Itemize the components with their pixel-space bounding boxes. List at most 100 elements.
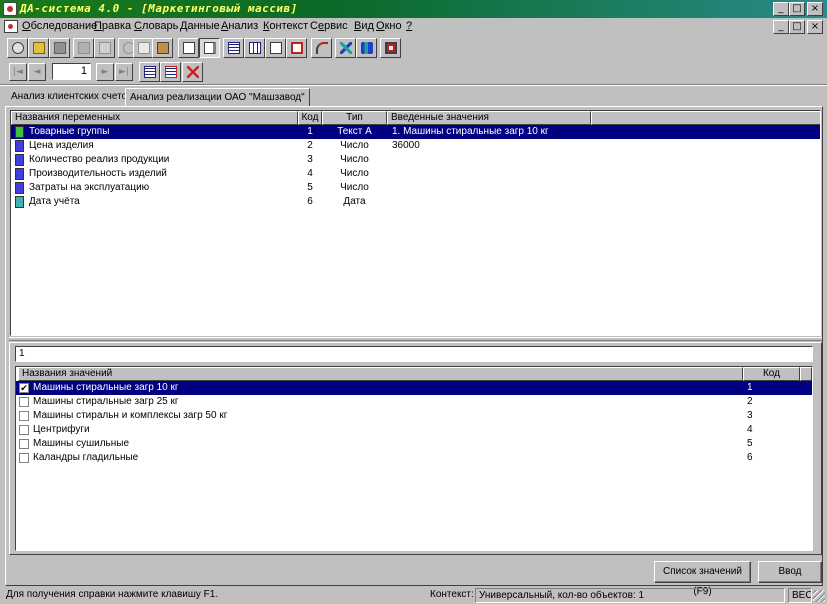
properties-icon[interactable] [178,38,199,58]
monitor-icon[interactable] [380,38,401,58]
value-row[interactable]: Каландры гладильные 6 [16,451,812,465]
variable-entered-value: 1. Машины стиральные загр 10 кг [392,126,549,137]
menu-item-5[interactable]: Контекст [263,20,308,32]
value-row[interactable]: Машины сушильные 5 [16,437,812,451]
variable-code: 1 [307,126,313,137]
save-icon[interactable] [49,38,70,58]
menu-item-6[interactable]: Сервис [310,20,348,32]
child-minimize-button[interactable]: _ [773,20,789,34]
value-code: 2 [747,396,753,407]
menu-item-1[interactable]: Правка [94,20,131,32]
next-record-button[interactable]: ► [96,63,114,81]
report-icon[interactable] [286,38,307,58]
grid-view-icon[interactable] [244,38,265,58]
print-icon[interactable] [73,38,94,58]
checkbox-icon[interactable] [19,453,29,463]
delete-record-icon[interactable] [160,62,181,82]
value-code: 3 [747,410,753,421]
variable-row[interactable]: Производительность изделий 4 Число [11,167,820,181]
checkbox-icon[interactable] [19,411,29,421]
open-survey-icon[interactable] [7,38,28,58]
menu-item-7[interactable]: Вид [354,20,374,32]
paste-icon[interactable] [152,38,173,58]
variable-type: Число [340,154,369,165]
checked-checkbox-icon[interactable]: ✔ [19,383,29,393]
col-header-type[interactable]: Тип [322,111,387,125]
checkbox-icon[interactable] [19,439,29,449]
checkbox-icon[interactable] [19,397,29,407]
variable-code: 6 [307,196,313,207]
col-header-value-code[interactable]: Код [743,367,800,381]
variables-list[interactable]: Названия переменных Код Тип Введенные зн… [10,110,821,336]
variable-doc-icon [15,140,24,152]
col-header-entered-values[interactable]: Введенные значения [387,111,591,125]
edit-mode-icon[interactable] [199,38,220,58]
variable-row[interactable]: Товарные группы 1 Текст А 1. Машины стираль… [11,125,820,139]
prev-record-button[interactable]: ◄ [28,63,46,81]
tab-mashzavod-analysis[interactable]: Анализ реализации ОАО "Машзавод" [125,88,310,107]
variable-name: Затраты на эксплуатацию [29,182,150,193]
status-help-text: Для получения справки нажмите клавишу F1… [6,589,219,600]
variable-name: Производительность изделий [29,168,167,179]
variable-doc-icon [15,126,24,138]
variable-code: 5 [307,182,313,193]
variable-row[interactable]: Дата учёта 6 Дата [11,195,820,209]
record-number-input[interactable]: 1 [52,63,91,80]
analysis-w-icon[interactable] [356,38,377,58]
tab-client-accounts[interactable]: Анализ клиентских счетов [7,88,136,107]
col-header-end [800,367,812,381]
menu-item-8[interactable]: Окно [376,20,402,32]
chart-curve-icon[interactable] [311,38,332,58]
value-row[interactable]: ✔ Машины стиральные загр 10 кг 1 [16,381,812,395]
child-restore-button[interactable]: □ [789,20,805,34]
app-icon[interactable] [3,2,17,16]
menu-item-9[interactable]: ? [406,20,412,32]
document-menu-icon[interactable] [4,20,18,33]
variable-doc-icon [15,154,24,166]
values-list[interactable]: Названия значений Код ✔ Машины стиральные… [15,366,813,551]
variable-row[interactable]: Цена изделия 2 Число 36000 [11,139,820,153]
variable-row[interactable]: Затраты на эксплуатацию 5 Число [11,181,820,195]
col-header-variable-name[interactable]: Названия переменных [11,111,298,125]
col-header-code[interactable]: Код [298,111,322,125]
value-code: 5 [747,438,753,449]
col-header-value-name[interactable]: Названия значений [18,367,743,381]
last-record-button[interactable]: ►| [115,63,133,81]
first-record-button[interactable]: |◄ [9,63,27,81]
value-row[interactable]: Машины стиральные загр 25 кг 2 [16,395,812,409]
value-search-input[interactable]: 1 [15,346,813,362]
value-name: Центрифуги [33,424,90,435]
folder-open-icon[interactable] [28,38,49,58]
table-view-icon[interactable] [223,38,244,58]
status-mode: ВЕС [788,588,812,603]
status-context-value: Универсальный, кол-во объектов: 1 [475,588,785,603]
minimize-button[interactable]: _ [773,2,789,16]
menu-item-2[interactable]: Словарь [134,20,178,32]
variable-code: 3 [307,154,313,165]
enter-button[interactable]: Ввод [758,561,822,583]
maximize-button[interactable]: □ [789,2,805,16]
form-view-icon[interactable] [265,38,286,58]
analysis-x-icon[interactable] [335,38,356,58]
child-close-button[interactable]: × [807,20,823,34]
close-button[interactable]: × [807,2,823,16]
copy-icon[interactable] [133,38,154,58]
variable-code: 2 [307,140,313,151]
variable-row[interactable]: Количество реализ продукции 3 Число [11,153,820,167]
variable-entered-value [392,181,812,195]
variable-type: Число [340,182,369,193]
panel-splitter[interactable] [9,337,822,341]
menu-item-0[interactable]: Обследование [22,20,97,32]
menu-item-3[interactable]: Данные [180,20,220,32]
checkbox-icon[interactable] [19,425,29,435]
cancel-x-icon[interactable] [182,62,203,82]
values-list-button[interactable]: Список значений (F9) [654,561,751,597]
variable-type: Число [340,140,369,151]
status-context-label: Контекст: [430,589,474,600]
resize-grip-icon[interactable] [813,590,825,602]
add-record-icon[interactable] [139,62,160,82]
print-preview-icon[interactable] [94,38,115,58]
value-row[interactable]: Машины стиральн и комплексы загр 50 кг 3 [16,409,812,423]
menu-item-4[interactable]: Анализ [221,20,258,32]
value-row[interactable]: Центрифуги 4 [16,423,812,437]
